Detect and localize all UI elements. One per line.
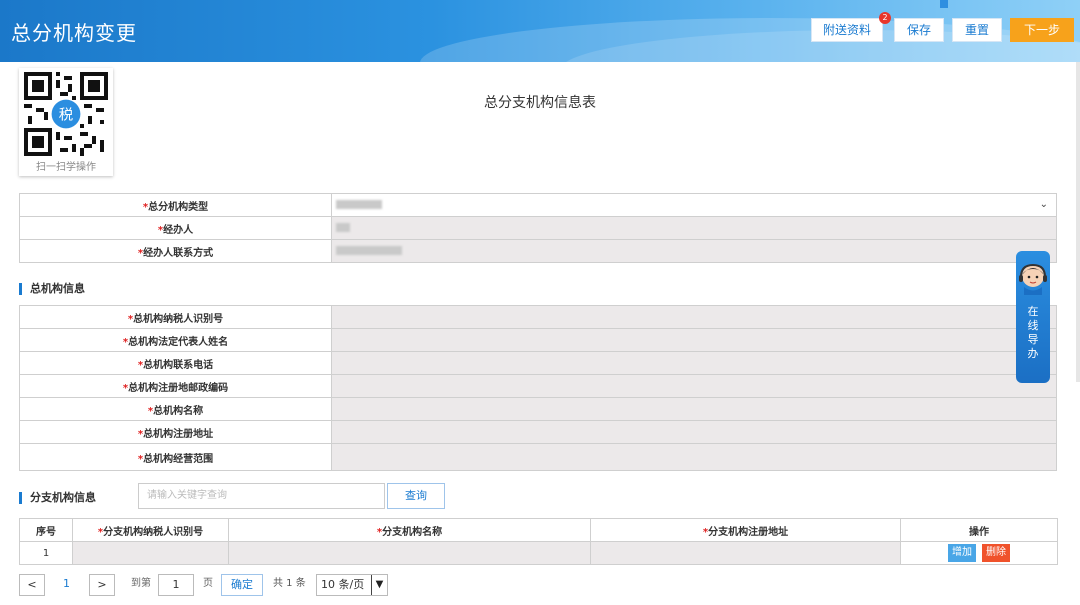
org-type-select[interactable]: ⌄ bbox=[331, 193, 1057, 217]
total-count: 共 1 条 bbox=[273, 578, 306, 589]
attach-materials-button[interactable]: 附送资料 bbox=[811, 18, 883, 42]
head-phone-label: *总机构联系电话 bbox=[19, 351, 332, 375]
head-office-table: *总机构纳税人识别号 *总机构法定代表人姓名 *总机构联系电话 *总机构注册地邮… bbox=[19, 305, 1057, 471]
branch-search-input[interactable]: 请输入关键字查询 bbox=[138, 483, 385, 509]
page-size-value: 10 条/页 bbox=[321, 578, 365, 591]
branch-address-field[interactable] bbox=[590, 541, 901, 565]
handler-contact-label: *经办人联系方式 bbox=[19, 239, 332, 263]
table-row: *总机构纳税人识别号 bbox=[19, 305, 1057, 329]
page-title: 总分机构变更 bbox=[11, 21, 137, 45]
head-address-label: *总机构注册地址 bbox=[19, 420, 332, 444]
add-row-button[interactable]: 增加 bbox=[948, 544, 976, 562]
table-row: 1 增加 删除 bbox=[19, 541, 1058, 565]
table-row: *总机构注册地址 bbox=[19, 420, 1057, 444]
org-type-label: *总分机构类型 bbox=[19, 193, 332, 217]
table-row: *总机构经营范围 bbox=[19, 443, 1057, 471]
col-branch-name-header: *分支机构名称 bbox=[228, 518, 591, 542]
form-title: 总分支机构信息表 bbox=[484, 95, 596, 111]
table-row: *经办人 bbox=[19, 216, 1057, 240]
row-operations: 增加 删除 bbox=[900, 541, 1058, 565]
delete-row-button[interactable]: 删除 bbox=[982, 544, 1010, 562]
branch-name-field[interactable] bbox=[228, 541, 591, 565]
row-index: 1 bbox=[19, 541, 73, 565]
head-postcode-label: *总机构注册地邮政编码 bbox=[19, 374, 332, 398]
chevron-down-icon: ⌄ bbox=[1039, 199, 1048, 210]
table-row: *总机构名称 bbox=[19, 397, 1057, 421]
head-office-section-title: 总机构信息 bbox=[19, 283, 85, 295]
head-business-scope-field[interactable] bbox=[331, 443, 1057, 471]
col-operation-header: 操作 bbox=[900, 518, 1058, 542]
head-taxpayer-id-label: *总机构纳税人识别号 bbox=[19, 305, 332, 329]
qr-code-icon: 税 bbox=[24, 72, 108, 156]
col-branch-address-header: *分支机构注册地址 bbox=[590, 518, 901, 542]
current-page-number[interactable]: 1 bbox=[63, 574, 70, 596]
qr-caption: 扫一扫学操作 bbox=[36, 162, 96, 173]
chevron-down-icon: ▼ bbox=[371, 575, 387, 595]
save-button[interactable]: 保存 bbox=[894, 18, 944, 42]
page-size-select[interactable]: 10 条/页 ▼ bbox=[316, 574, 388, 596]
head-phone-field[interactable] bbox=[331, 351, 1057, 375]
table-row: *总分机构类型 ⌄ bbox=[19, 193, 1057, 217]
head-name-field[interactable] bbox=[331, 397, 1057, 421]
table-row: *经办人联系方式 bbox=[19, 239, 1057, 263]
branch-taxpayer-id-field[interactable] bbox=[72, 541, 229, 565]
customer-service-avatar-icon bbox=[1019, 263, 1047, 295]
goto-label: 到第 bbox=[131, 578, 151, 589]
header-top-marker bbox=[940, 0, 948, 8]
handler-label: *经办人 bbox=[19, 216, 332, 240]
head-name-label: *总机构名称 bbox=[19, 397, 332, 421]
basic-info-table: *总分机构类型 ⌄ *经办人 *经办人联系方式 bbox=[19, 193, 1057, 263]
table-header-row: 序号 *分支机构纳税人识别号 *分支机构名称 *分支机构注册地址 操作 bbox=[19, 518, 1058, 542]
head-postcode-field[interactable] bbox=[331, 374, 1057, 398]
goto-confirm-button[interactable]: 确定 bbox=[221, 574, 263, 596]
branch-search-button[interactable]: 查询 bbox=[387, 483, 445, 509]
online-guide-widget[interactable]: 在线导办 bbox=[1016, 251, 1050, 383]
table-row: *总机构法定代表人姓名 bbox=[19, 328, 1057, 352]
prev-page-button[interactable]: < bbox=[19, 574, 45, 596]
head-legal-rep-label: *总机构法定代表人姓名 bbox=[19, 328, 332, 352]
head-address-field[interactable] bbox=[331, 420, 1057, 444]
handler-contact-field[interactable] bbox=[331, 239, 1057, 263]
next-step-button[interactable]: 下一步 bbox=[1010, 18, 1074, 42]
online-guide-label: 在线导办 bbox=[1027, 305, 1039, 360]
branch-section-title: 分支机构信息 bbox=[19, 492, 96, 504]
reset-button[interactable]: 重置 bbox=[952, 18, 1002, 42]
col-index-header: 序号 bbox=[19, 518, 73, 542]
qr-code-card[interactable]: 税 扫一扫学操作 bbox=[19, 68, 113, 176]
next-page-button[interactable]: > bbox=[89, 574, 115, 596]
table-row: *总机构注册地邮政编码 bbox=[19, 374, 1057, 398]
handler-field[interactable] bbox=[331, 216, 1057, 240]
page-scrollbar[interactable] bbox=[1076, 62, 1080, 382]
head-taxpayer-id-field[interactable] bbox=[331, 305, 1057, 329]
head-business-scope-label: *总机构经营范围 bbox=[19, 443, 332, 471]
goto-page-input[interactable]: 1 bbox=[158, 574, 194, 596]
attach-count-badge: 2 bbox=[879, 12, 891, 24]
page-header: 总分机构变更 附送资料 2 保存 重置 下一步 bbox=[0, 0, 1080, 62]
head-legal-rep-field[interactable] bbox=[331, 328, 1057, 352]
table-row: *总机构联系电话 bbox=[19, 351, 1057, 375]
page-unit-label: 页 bbox=[203, 578, 213, 589]
branch-table: 序号 *分支机构纳税人识别号 *分支机构名称 *分支机构注册地址 操作 1 增加… bbox=[19, 518, 1058, 565]
col-branch-taxpayer-id-header: *分支机构纳税人识别号 bbox=[72, 518, 229, 542]
